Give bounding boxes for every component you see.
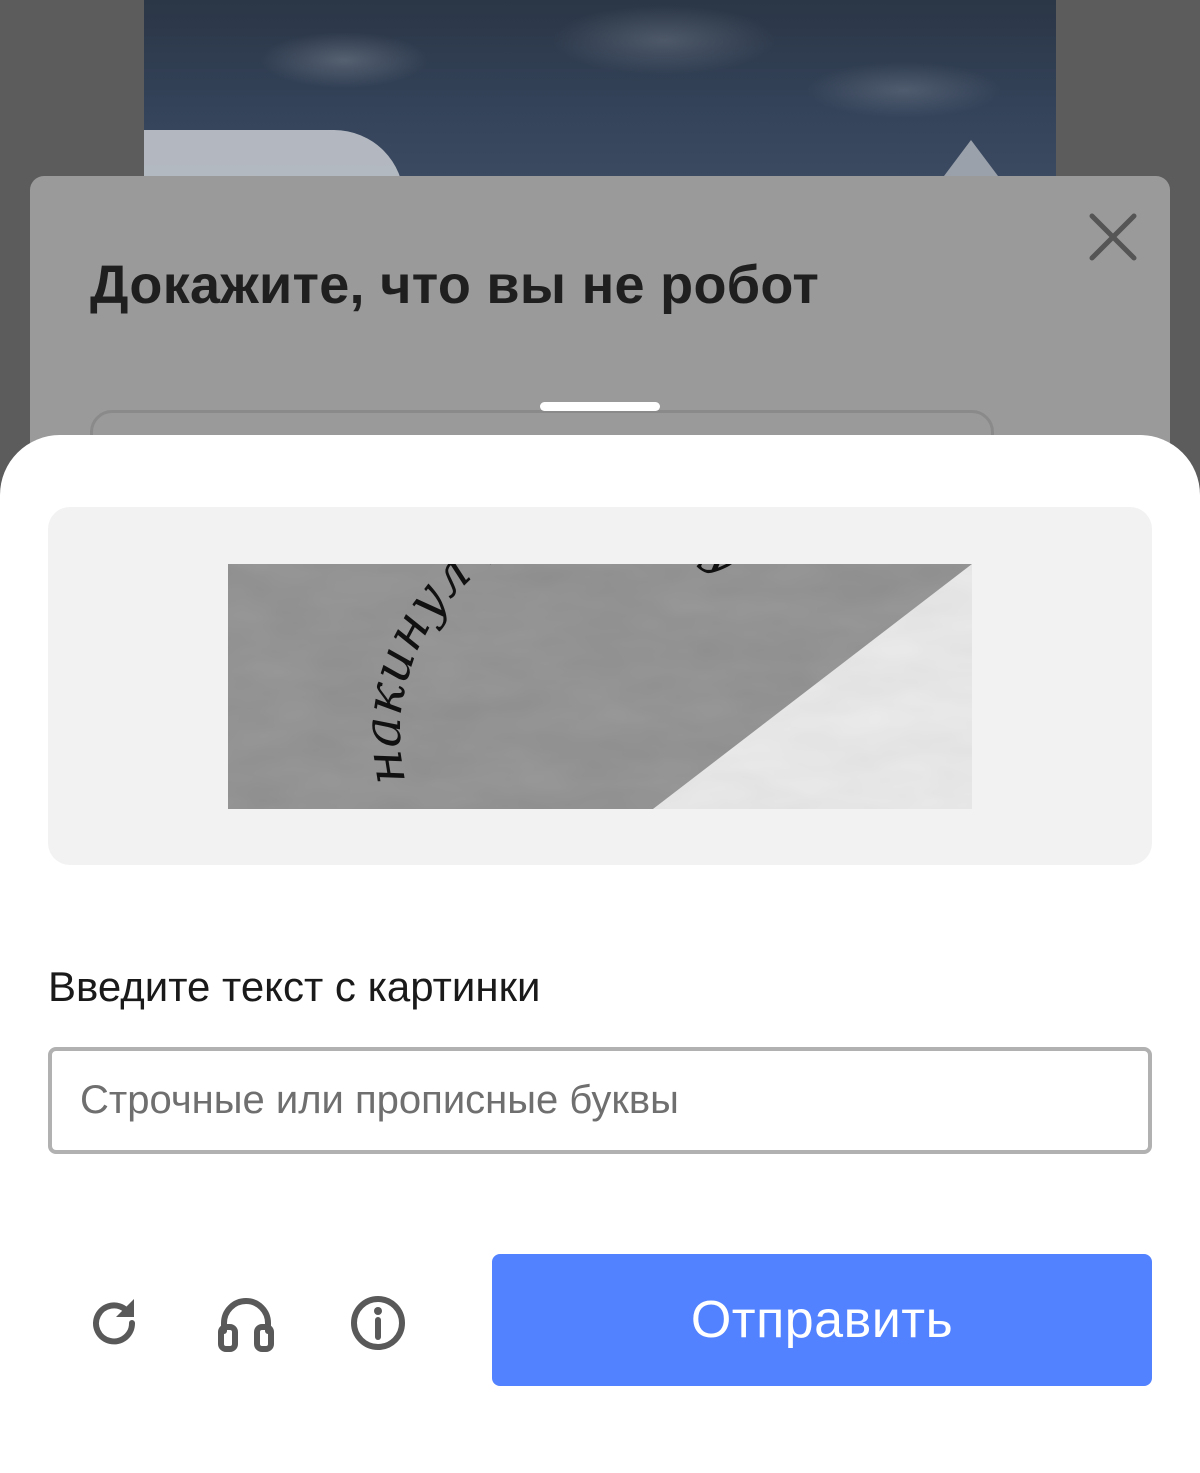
headphones-icon[interactable]: [214, 1291, 278, 1355]
background-photo: [144, 0, 1056, 200]
captcha-sheet: накинул каждому Введите текст с картинки: [0, 435, 1200, 1473]
close-icon[interactable]: [1086, 210, 1140, 264]
captcha-answer-input[interactable]: [48, 1047, 1152, 1154]
info-icon[interactable]: [346, 1291, 410, 1355]
captcha-prompt: Введите текст с картинки: [48, 963, 541, 1010]
refresh-icon[interactable]: [82, 1291, 146, 1355]
submit-button[interactable]: Отправить: [492, 1254, 1152, 1386]
captcha-panel: накинул каждому: [48, 507, 1152, 865]
app-screen: Докажите, что вы не робот накинул Введит…: [0, 0, 1200, 1473]
captcha-image: накинул каждому: [228, 564, 972, 809]
sheet-drag-handle[interactable]: [540, 402, 660, 411]
background-dialog-title: Докажите, что вы не робот: [90, 255, 820, 315]
